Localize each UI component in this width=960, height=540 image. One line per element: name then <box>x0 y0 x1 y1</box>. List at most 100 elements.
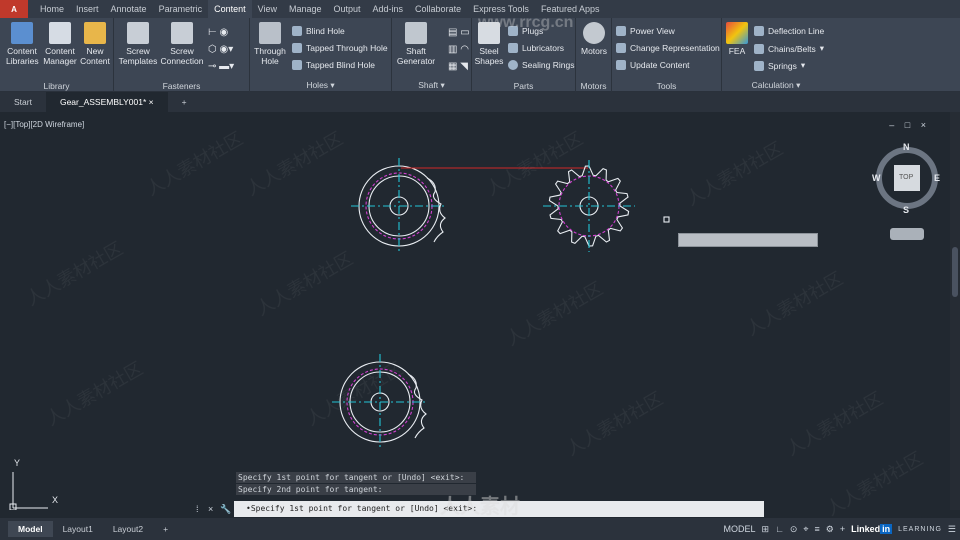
snap-icon[interactable]: ∟ <box>775 524 784 534</box>
tapped-blind-hole-button[interactable]: Tapped Blind Hole <box>292 60 375 70</box>
chains-belts-icon <box>754 43 764 54</box>
polar-tracking-icon[interactable]: ⊙ <box>790 524 798 535</box>
fasteners-panel: Screw Templates Screw Connection ⊢ ◉ ⬡ ◉▾… <box>114 18 250 92</box>
osnap-icon[interactable]: ⌖ <box>803 524 808 535</box>
document-tabs: Start Gear_ASSEMBLY001* × + <box>0 92 960 112</box>
through-hole-button[interactable]: Through Hole <box>252 22 288 66</box>
update-content-icon <box>616 60 626 70</box>
ribbon-tab-annotate[interactable]: Annotate <box>105 0 153 18</box>
drawing-canvas[interactable] <box>0 112 950 510</box>
learning-label: LEARNING <box>898 525 942 533</box>
settings-gear-icon[interactable]: ⚙ <box>826 524 834 535</box>
layout-tab-model[interactable]: Model <box>8 521 53 537</box>
tapped-through-hole-button[interactable]: Tapped Through Hole <box>292 43 388 53</box>
power-view-icon <box>616 26 626 36</box>
menu-icon[interactable]: ☰ <box>948 524 956 535</box>
scrollbar-thumb[interactable] <box>952 247 958 297</box>
motors-button[interactable]: Motors <box>578 22 610 56</box>
ribbon-tab-manage[interactable]: Manage <box>283 0 328 18</box>
add-layout-button[interactable]: + <box>153 521 178 537</box>
ribbon-tab-featured-apps[interactable]: Featured Apps <box>535 0 606 18</box>
drawing-viewport[interactable]: [−][Top][2D Wireframe] – □ × N S E W TOP… <box>0 112 950 510</box>
tapped-through-hole-icon <box>292 43 302 53</box>
blind-hole-button[interactable]: Blind Hole <box>292 26 345 36</box>
ucs-icon <box>9 472 48 510</box>
parts-panel-title: Parts <box>513 81 534 91</box>
lubricators-button[interactable]: Lubricators <box>508 43 564 53</box>
sealing-rings-button[interactable]: Sealing Rings <box>508 60 574 70</box>
command-line: ⁞ × 🔧 •Specify 1st point for tangent or … <box>196 500 764 518</box>
new-tab-button[interactable]: + <box>168 92 201 112</box>
new-content-button[interactable]: New Content <box>80 22 110 66</box>
library-panel: Content Libraries Content Manager New Co… <box>0 18 114 92</box>
calculation-panel-title[interactable]: Calculation ▾ <box>722 80 830 91</box>
content-manager-button[interactable]: Content Manager <box>42 22 78 66</box>
ribbon-tab-output[interactable]: Output <box>328 0 367 18</box>
viewcube-top-face[interactable]: TOP <box>899 174 913 181</box>
ribbon-tab-content[interactable]: Content <box>208 0 252 18</box>
status-tools: MODEL ⊞ ∟ ⊙ ⌖ ≡ ⚙ + Linked in LEARNING ☰ <box>724 518 956 540</box>
screw-connection-button[interactable]: Screw Connection <box>160 22 204 66</box>
viewcube-north[interactable]: N <box>903 142 910 152</box>
springs-button[interactable]: Springs ▾ <box>754 60 805 71</box>
blind-hole-icon <box>292 26 302 36</box>
ribbon-tab-view[interactable]: View <box>252 0 283 18</box>
viewcube-east[interactable]: E <box>934 173 940 183</box>
command-grip[interactable]: ⁞ <box>196 504 208 514</box>
grid-icon[interactable]: ⊞ <box>762 524 770 535</box>
fastener-tools[interactable]: ⊢ ◉ ⬡ ◉▾ ⊸ ▬▾ <box>208 24 242 75</box>
viewcube-west[interactable]: W <box>872 173 881 183</box>
power-view-button[interactable]: Power View <box>616 26 675 36</box>
ribbon-tab-collaborate[interactable]: Collaborate <box>409 0 467 18</box>
parts-panel: Steel Shapes Plugs Lubricators Sealing R… <box>472 18 576 92</box>
steel-shapes-button[interactable]: Steel Shapes <box>474 22 504 66</box>
command-history-line: Specify 1st point for tangent or [Undo] … <box>236 472 476 483</box>
screw-templates-button[interactable]: Screw Templates <box>116 22 160 66</box>
shaft-panel-title[interactable]: Shaft ▾ <box>392 80 471 91</box>
doc-tab-gear-assembly[interactable]: Gear_ASSEMBLY001* × <box>45 92 168 112</box>
update-content-button[interactable]: Update Content <box>616 60 690 70</box>
annotation-scale-icon[interactable]: + <box>840 524 845 534</box>
gear-bottom <box>332 354 428 450</box>
deflection-line-button[interactable]: Deflection Line <box>754 26 824 36</box>
layout-tab-layout2[interactable]: Layout2 <box>103 521 153 537</box>
ribbon-tab-parametric[interactable]: Parametric <box>153 0 209 18</box>
close-icon[interactable]: × <box>208 504 220 514</box>
command-history: Specify 1st point for tangent or [Undo] … <box>236 472 476 496</box>
ucs-y-label: Y <box>14 458 21 468</box>
tapped-blind-hole-icon <box>292 60 302 70</box>
ucs-x-label: X <box>52 495 59 505</box>
vertical-scrollbar[interactable] <box>950 112 960 510</box>
holes-panel-title[interactable]: Holes ▾ <box>250 80 391 91</box>
fea-button[interactable]: FEA <box>724 22 750 56</box>
ribbon: Content Libraries Content Manager New Co… <box>0 18 960 92</box>
wcs-menu <box>890 228 924 240</box>
customize-wrench-icon[interactable]: 🔧 <box>220 504 234 515</box>
ribbon-tab-add-ins[interactable]: Add-ins <box>367 0 410 18</box>
lineweight-icon[interactable]: ≡ <box>815 524 820 534</box>
ribbon-tab-home[interactable]: Home <box>34 0 70 18</box>
change-representation-icon <box>616 43 626 53</box>
command-history-line: Specify 2nd point for tangent: <box>236 484 476 495</box>
chains-belts-button[interactable]: Chains/Belts ▾ <box>754 43 824 54</box>
doc-tab-start[interactable]: Start <box>0 92 46 112</box>
command-input[interactable]: •Specify 1st point for tangent or [Undo]… <box>242 501 764 517</box>
shaft-generator-button[interactable]: Shaft Generator <box>394 22 438 66</box>
viewcube-south[interactable]: S <box>903 205 909 215</box>
ribbon-tab-bar: A Home Insert Annotate Parametric Content Vie… <box>0 0 960 18</box>
content-libraries-button[interactable]: Content Libraries <box>6 22 39 66</box>
tools-panel-title: Tools <box>656 81 677 91</box>
motors-panel: Motors Motors <box>576 18 612 92</box>
change-representation-button[interactable]: Change Representation <box>616 43 720 53</box>
holes-panel: Through Hole Blind Hole Tapped Through H… <box>250 18 392 92</box>
close-icon[interactable]: × <box>149 97 154 107</box>
shaft-tools[interactable]: ▤ ▭ ▥ ◠ ▦ ◥ <box>448 24 470 75</box>
model-space-button[interactable]: MODEL <box>724 524 756 534</box>
deflection-line-icon <box>754 26 764 36</box>
application-menu-button[interactable]: A <box>0 0 28 18</box>
ribbon-tab-insert[interactable]: Insert <box>70 0 105 18</box>
command-prompt-icon <box>234 501 242 517</box>
ribbon-tab-express-tools[interactable]: Express Tools <box>467 0 535 18</box>
layout-tab-layout1[interactable]: Layout1 <box>53 521 103 537</box>
plugs-button[interactable]: Plugs <box>508 26 543 36</box>
